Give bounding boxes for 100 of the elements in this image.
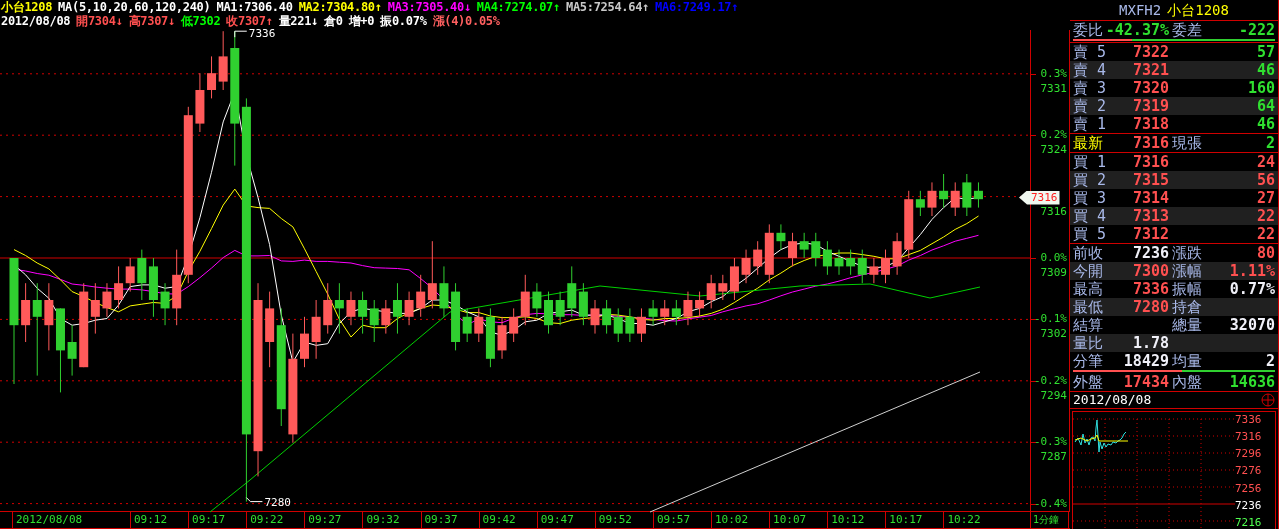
- axis-label: 7331: [1040, 82, 1067, 95]
- field-label: 賣 1: [1073, 115, 1108, 133]
- field-value: 18429: [1123, 353, 1169, 369]
- axis-label: 10:22: [943, 512, 981, 528]
- candlestick: [590, 299, 600, 335]
- field-label: 委比: [1073, 21, 1104, 39]
- field-label: 量比: [1073, 334, 1104, 352]
- candlestick: [404, 291, 414, 326]
- legend-text: 量221↓: [278, 14, 319, 28]
- field-label: 均量: [1172, 352, 1203, 370]
- field-value: -42.37%: [1105, 22, 1169, 38]
- field-label: 委差: [1172, 21, 1203, 39]
- field-value: 1.11%: [1229, 263, 1275, 279]
- candlestick: [497, 316, 507, 360]
- field-value: 1.78: [1132, 335, 1169, 351]
- candlestick: [334, 282, 344, 335]
- axis-label: 7256: [1235, 481, 1263, 495]
- candlestick: [648, 299, 658, 326]
- field-value: 32070: [1229, 317, 1275, 333]
- ask-volume: 57: [1256, 44, 1275, 60]
- candlestick: [788, 232, 798, 267]
- field-label: 內盤: [1172, 373, 1203, 391]
- field-label: 振幅: [1172, 280, 1203, 298]
- candlestick: [567, 265, 577, 318]
- field-label: 分筆: [1073, 352, 1104, 370]
- field-value: 17434: [1123, 374, 1169, 390]
- legend-text: 收7307↑: [226, 14, 273, 28]
- ask-price: 7319: [1132, 98, 1169, 114]
- field-label: 漲幅: [1172, 262, 1203, 280]
- axis-label: 7302: [1040, 328, 1067, 341]
- field-value: 80: [1256, 245, 1275, 261]
- field-value: 7280: [1132, 299, 1169, 315]
- candlestick: [137, 249, 147, 301]
- leader-line: [234, 30, 248, 38]
- legend-text: 小台1208: [1, 0, 53, 14]
- legend-text: 增+0: [348, 14, 375, 28]
- low-price-label: 7280: [264, 495, 291, 509]
- axis-label: 09:32: [362, 512, 400, 528]
- axis-label: 10:07: [769, 512, 807, 528]
- axis-label: 0.3%: [1040, 67, 1067, 80]
- axis-label: 7276: [1235, 464, 1263, 478]
- candlestick: [811, 232, 821, 267]
- axis-label: 0.0%: [1040, 252, 1067, 264]
- axis-label: 7236: [1235, 498, 1263, 512]
- field-label: 買 3: [1073, 189, 1108, 207]
- leader-line: [245, 497, 263, 503]
- legend-text: 高7307↓: [128, 14, 175, 28]
- candlestick: [125, 257, 135, 293]
- legend-text: 低7302: [180, 14, 221, 28]
- legend-text: MA5:7254.64↑: [565, 0, 650, 14]
- candlestick: [695, 291, 705, 318]
- candlestick: [358, 291, 368, 335]
- field-label: 買 4: [1073, 207, 1108, 225]
- candlestick: [44, 282, 54, 351]
- legend-text: MA1:7306.40: [216, 0, 293, 14]
- axis-label: 09:12: [130, 512, 168, 528]
- axis-label: 10:02: [711, 512, 749, 528]
- field-label: 最高: [1073, 280, 1104, 298]
- field-label: 持倉: [1172, 298, 1203, 316]
- axis-label: -0.1%: [1033, 313, 1067, 326]
- bid-price: 7313: [1132, 208, 1169, 224]
- candlestick: [300, 316, 309, 368]
- bid-price: 7314: [1132, 190, 1169, 206]
- candlestick: [323, 282, 333, 335]
- candlestick: [207, 55, 217, 99]
- candlestick: [578, 282, 588, 326]
- symbol-code: MXFH2: [1119, 1, 1162, 20]
- ask-volume: 46: [1256, 116, 1275, 132]
- candlestick: [114, 265, 124, 309]
- field-label: 結算: [1073, 316, 1104, 334]
- candlestick: [602, 299, 612, 335]
- interval-label: 1分鐘: [1030, 512, 1069, 528]
- candlestick: [892, 232, 902, 276]
- candlestick: [67, 324, 77, 377]
- axis-label: 0.2%: [1040, 129, 1067, 142]
- bid-volume: 22: [1256, 208, 1275, 224]
- candlestick: [102, 282, 112, 318]
- candlestick: [311, 299, 321, 360]
- legend-text: MA3:7305.40↓: [387, 0, 471, 14]
- field-value: 0.77%: [1229, 281, 1275, 297]
- candlestick: [439, 265, 449, 318]
- legend-text: 漲(4)0.05%: [432, 14, 500, 28]
- candlestick: [613, 307, 623, 343]
- field-label: 賣 2: [1073, 97, 1108, 115]
- candlestick: [741, 249, 751, 284]
- legend-text: MA2:7304.80↑: [298, 0, 382, 14]
- field-label: 買 1: [1073, 153, 1108, 171]
- candlestick: [660, 299, 670, 326]
- bid-price: 7315: [1132, 172, 1169, 188]
- axis-label: 7296: [1235, 447, 1263, 461]
- candlestick: [160, 282, 170, 326]
- legend-text: 開7304↓: [76, 14, 123, 28]
- candlestick: [881, 249, 890, 284]
- candlestick: [857, 249, 867, 284]
- field-label: 賣 5: [1073, 43, 1108, 61]
- field-value: 2: [1265, 353, 1275, 369]
- candlestick: [776, 223, 786, 251]
- field-label: 最新: [1073, 134, 1104, 152]
- candlestick: [950, 181, 960, 217]
- average-line: [1074, 434, 1129, 442]
